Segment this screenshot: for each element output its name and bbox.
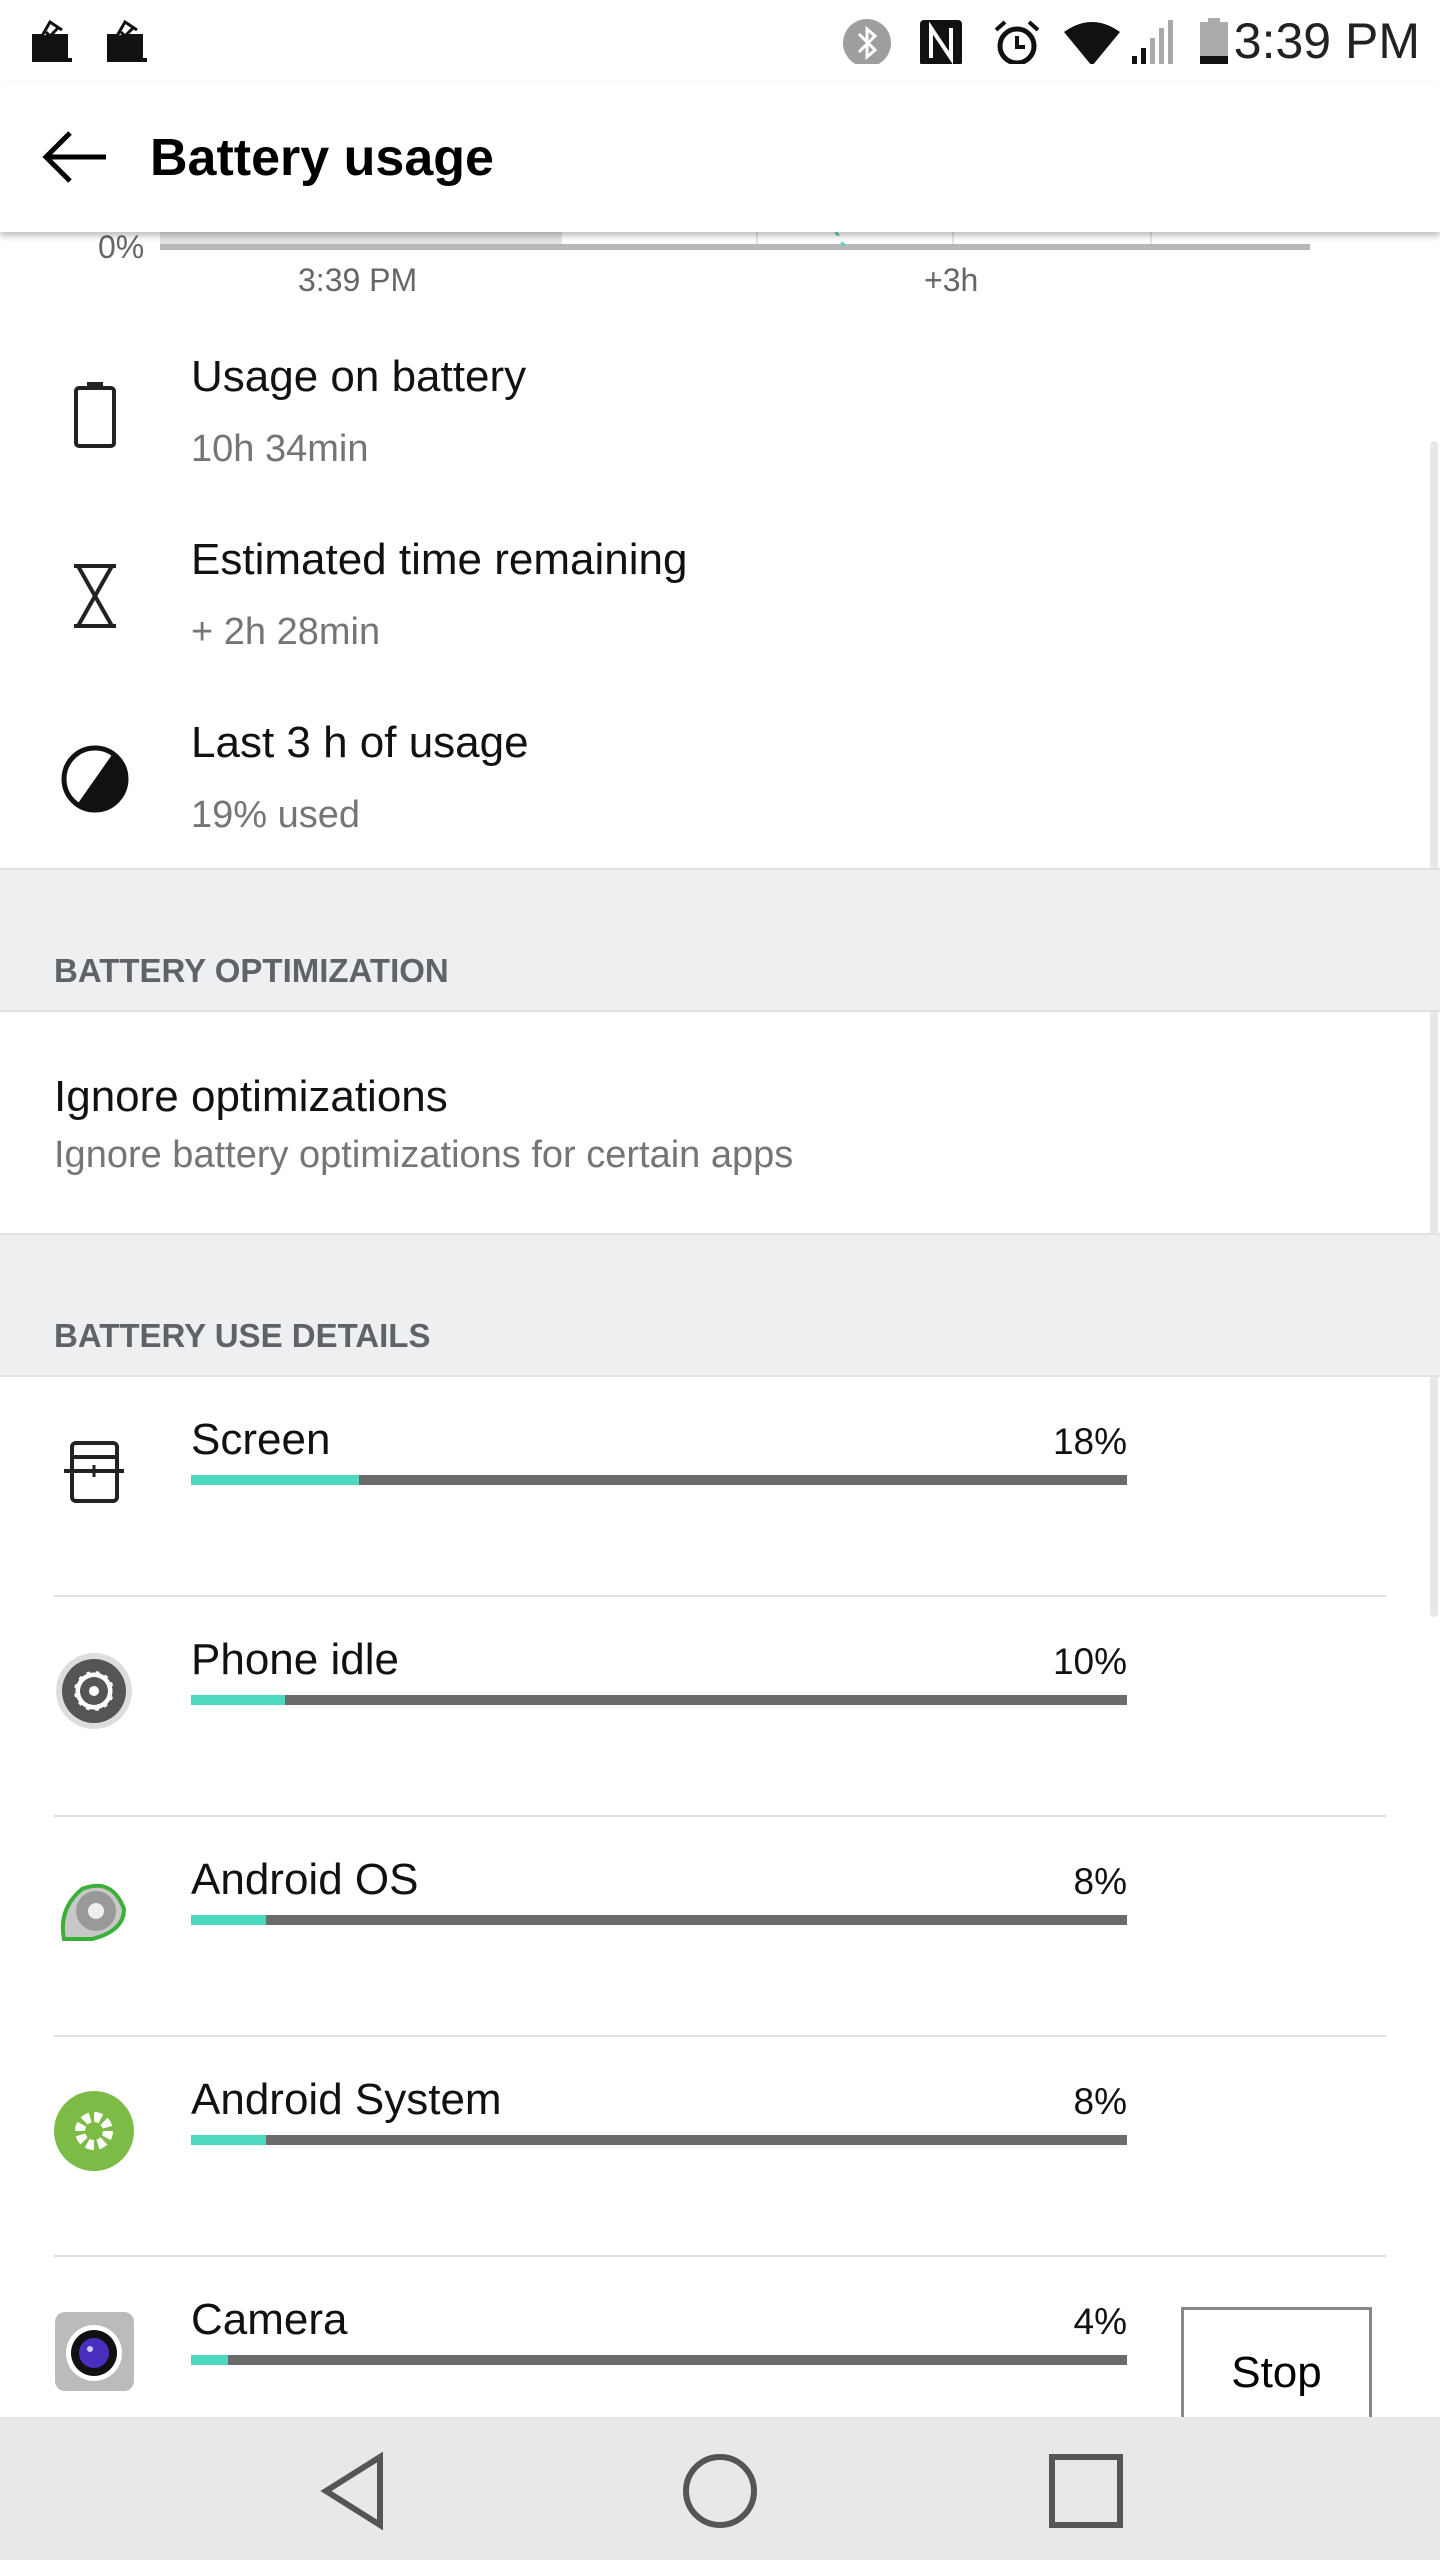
page-title: Battery usage [150, 129, 494, 187]
graph-y-label: 0% [98, 229, 145, 265]
usage-percent: 8% [1073, 2081, 1127, 2122]
app-name: Screen [191, 1415, 331, 1464]
summary-title: Last 3 h of usage [191, 718, 529, 767]
section-header-label: BATTERY OPTIMIZATION [54, 952, 449, 989]
screen-icon [52, 1429, 137, 1514]
ignore-optimizations-item[interactable]: Ignore optimizations Ignore battery opti… [0, 1012, 1440, 1234]
alarm-icon [994, 20, 1040, 64]
usage-bar-fill [191, 1915, 266, 1925]
item-title: Ignore optimizations [54, 1072, 448, 1121]
summary-last-3h: Last 3 h of usage 19% used [0, 706, 1440, 869]
app-name: Camera [191, 2295, 348, 2344]
android-os-icon [52, 1869, 137, 1954]
summary-usage-on-battery: Usage on battery 10h 34min [0, 340, 1440, 520]
hourglass-icon [74, 564, 116, 628]
back-nav-icon[interactable] [318, 2451, 388, 2531]
navigation-bar [0, 2417, 1440, 2560]
section-header-optimization: BATTERY OPTIMIZATION [0, 868, 1440, 1012]
wifi-icon [1064, 22, 1120, 64]
summary-subtitle: 19% used [191, 794, 361, 836]
app-bar: Battery usage [0, 82, 1440, 232]
summary-subtitle: 10h 34min [191, 428, 369, 470]
battery-use-row[interactable]: Android System 8% [0, 2037, 1440, 2257]
usage-bar-fill [191, 1695, 285, 1705]
notification-mail-icon [32, 19, 72, 62]
summary-title: Usage on battery [191, 352, 527, 401]
summary-title: Estimated time remaining [191, 535, 688, 584]
usage-bar [191, 2355, 1127, 2365]
usage-bar [191, 1695, 1127, 1705]
bluetooth-icon [843, 19, 891, 64]
arrow-left-icon[interactable] [40, 127, 110, 187]
app-name: Android OS [191, 1855, 419, 1904]
notification-mail-icon [107, 19, 147, 62]
home-nav-icon[interactable] [680, 2451, 760, 2531]
app-name: Android System [191, 2075, 502, 2124]
usage-bar [191, 1475, 1127, 1485]
summary-estimated-time: Estimated time remaining + 2h 28min [0, 523, 1440, 703]
battery-use-row[interactable]: Phone idle 10% [0, 1597, 1440, 1817]
graph-x-label: +3h [924, 262, 979, 298]
section-header-label: BATTERY USE DETAILS [54, 1317, 431, 1354]
usage-bar [191, 1915, 1127, 1925]
usage-percent: 18% [1052, 1421, 1127, 1462]
recents-nav-icon[interactable] [1048, 2453, 1124, 2529]
camera-icon [52, 2309, 137, 2394]
nfc-icon [920, 20, 962, 64]
usage-percent: 8% [1073, 1861, 1127, 1902]
android-system-icon [52, 2089, 137, 2174]
gear-icon [52, 1649, 137, 1734]
usage-bar [191, 2135, 1127, 2145]
battery-graph: 0% 3:39 PM +3h [0, 229, 1440, 312]
app-name: Phone idle [191, 1635, 399, 1684]
usage-bar-fill [191, 2135, 266, 2145]
graph-history-area [160, 232, 560, 244]
graph-axis [160, 244, 1310, 250]
usage-bar-fill [191, 1475, 360, 1485]
pie-half-icon [61, 745, 129, 813]
signal-icon [1132, 20, 1173, 64]
clock: 3:39 PM [1233, 13, 1420, 69]
battery-outline-icon [74, 382, 116, 448]
status-bar: 3:39 PM [0, 0, 1440, 82]
usage-percent: 4% [1073, 2301, 1127, 2342]
battery-icon [1200, 18, 1228, 64]
usage-bar-fill [191, 2355, 229, 2365]
graph-x-label: 3:39 PM [298, 262, 418, 298]
summary-subtitle: + 2h 28min [191, 611, 381, 653]
item-subtitle: Ignore battery optimizations for certain… [54, 1134, 794, 1176]
battery-use-row[interactable]: Screen 18% [0, 1377, 1440, 1597]
section-header-details: BATTERY USE DETAILS [0, 1233, 1440, 1377]
usage-percent: 10% [1052, 1641, 1127, 1682]
battery-use-row[interactable]: Android OS 8% [0, 1817, 1440, 2037]
